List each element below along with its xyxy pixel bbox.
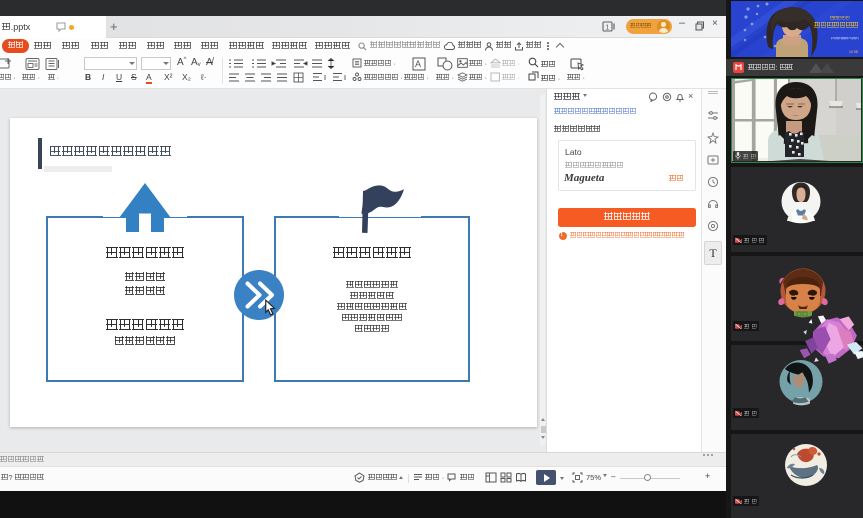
- svg-text:1: 1: [605, 24, 609, 31]
- svg-text:A: A: [415, 59, 421, 69]
